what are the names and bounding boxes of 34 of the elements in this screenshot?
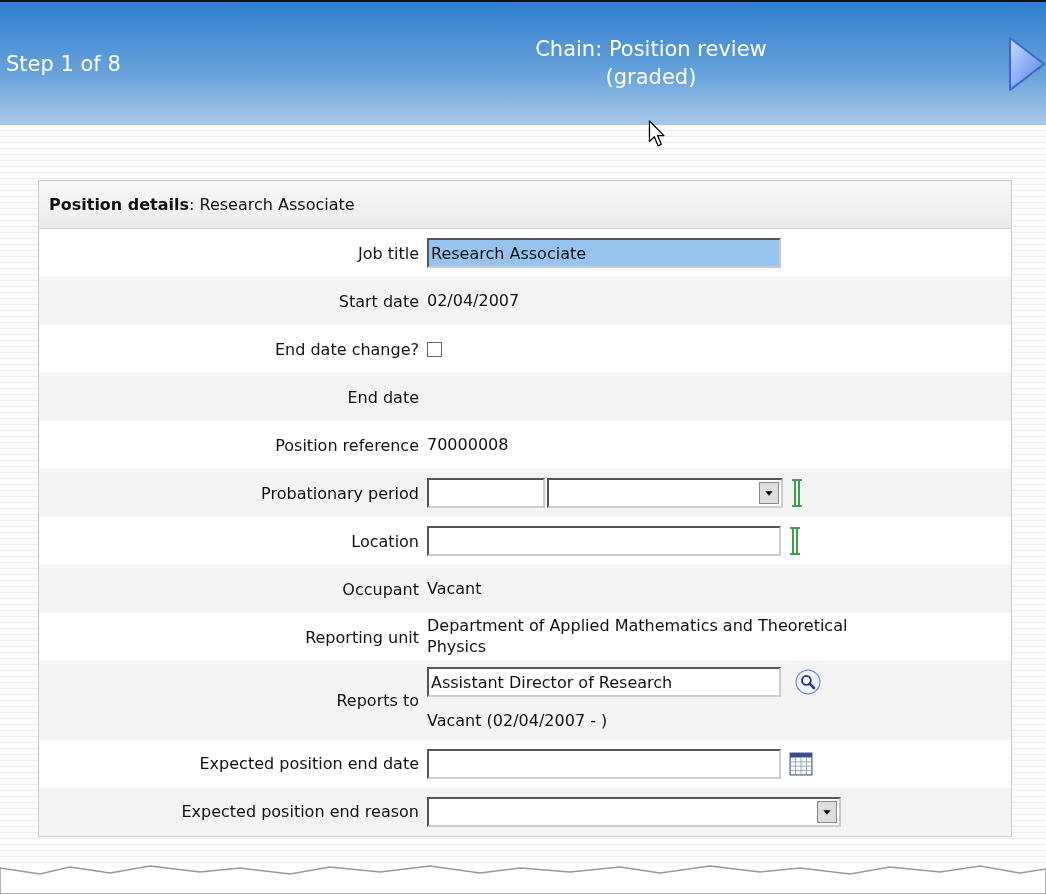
mouse-cursor-icon: [648, 120, 666, 148]
input-field[interactable]: [427, 526, 781, 556]
field-label: Reports to: [335, 690, 420, 710]
input-field[interactable]: [427, 748, 781, 779]
field-text: Research Associate: [431, 243, 587, 263]
input-field[interactable]: Assistant Director of Research: [427, 667, 781, 697]
field-label: Expected position end date: [198, 754, 420, 774]
field-label: Occupant: [341, 579, 420, 599]
panel-heading: Position details: Research Associate: [49, 195, 355, 214]
field-label: Probationary period: [260, 483, 420, 503]
field-label: Job title: [356, 243, 420, 263]
field-value: Department of Applied Mathematics and Theoretical Physics: [427, 616, 849, 658]
field-label: Position reference: [274, 435, 420, 455]
field-label: Start date: [337, 291, 420, 311]
field-label: End date change?: [273, 339, 420, 359]
calendar-icon[interactable]: [789, 751, 813, 776]
field-label: Reporting unit: [304, 627, 420, 647]
occupant-note: Vacant (02/04/2007 - ): [427, 711, 609, 732]
chain-title: Chain: Position review: [535, 36, 767, 64]
field-label: Expected position end reason: [180, 802, 420, 822]
chain-subtitle: (graded): [605, 63, 697, 91]
dropdown[interactable]: [427, 796, 841, 827]
search-icon[interactable]: [795, 669, 821, 695]
field-label: End date: [346, 387, 420, 407]
input-field[interactable]: Research Associate: [427, 238, 781, 268]
checkbox[interactable]: [427, 341, 442, 357]
field-value: Vacant: [427, 578, 482, 600]
input-field[interactable]: [427, 478, 545, 508]
field-text: Assistant Director of Research: [431, 672, 673, 692]
step-counter: Step 1 of 8: [6, 51, 122, 76]
field-label: Location: [350, 531, 420, 551]
dropdown[interactable]: [547, 478, 783, 508]
field-value: 70000008: [427, 434, 509, 456]
field-value: 02/04/2007: [427, 290, 520, 312]
